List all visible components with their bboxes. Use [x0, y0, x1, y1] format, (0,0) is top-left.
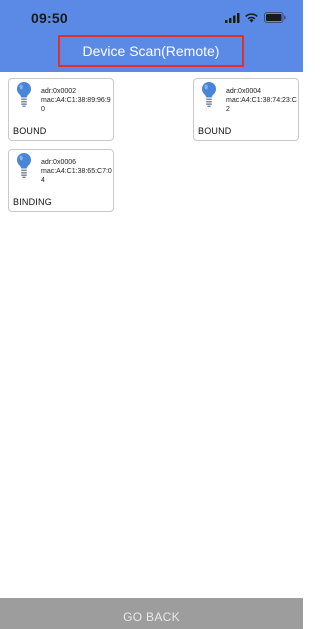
page-title-highlight: Device Scan(Remote) — [58, 35, 244, 67]
device-info: adr:0x0006 mac:A4:C1:38:65:C7:04 — [41, 158, 113, 185]
page-title: Device Scan(Remote) — [82, 43, 220, 59]
lightbulb-icon — [17, 82, 31, 107]
status-time: 09:50 — [31, 10, 68, 26]
battery-icon — [264, 12, 286, 23]
device-status: BOUND — [13, 126, 47, 136]
device-info: adr:0x0002 mac:A4:C1:38:89:96:90 — [41, 87, 113, 114]
device-card[interactable]: adr:0x0004 mac:A4:C1:38:74:23:C2 BOUND — [193, 78, 299, 141]
device-card[interactable]: adr:0x0006 mac:A4:C1:38:65:C7:04 BINDING — [8, 149, 114, 212]
go-back-label: GO BACK — [123, 610, 180, 624]
device-mac: mac:A4:C1:38:65:C7:04 — [41, 168, 112, 184]
device-info: adr:0x0004 mac:A4:C1:38:74:23:C2 — [226, 87, 298, 114]
device-card[interactable]: adr:0x0002 mac:A4:C1:38:89:96:90 BOUND — [8, 78, 114, 141]
device-address: adr:0x0004 — [226, 88, 262, 95]
device-status: BINDING — [13, 197, 52, 207]
cellular-signal-icon — [225, 13, 240, 23]
lightbulb-icon — [202, 82, 216, 107]
device-address: adr:0x0002 — [41, 88, 77, 95]
lightbulb-icon — [17, 153, 31, 178]
device-status: BOUND — [198, 126, 232, 136]
header-bar: 09:50 Device Scan(Remote) — [0, 0, 303, 72]
device-mac: mac:A4:C1:38:74:23:C2 — [226, 97, 297, 113]
status-bar: 09:50 — [0, 0, 303, 34]
device-mac: mac:A4:C1:38:89:96:90 — [41, 97, 111, 113]
device-address: adr:0x0006 — [41, 159, 77, 166]
wifi-icon — [245, 13, 258, 23]
go-back-button[interactable]: GO BACK — [0, 598, 303, 629]
